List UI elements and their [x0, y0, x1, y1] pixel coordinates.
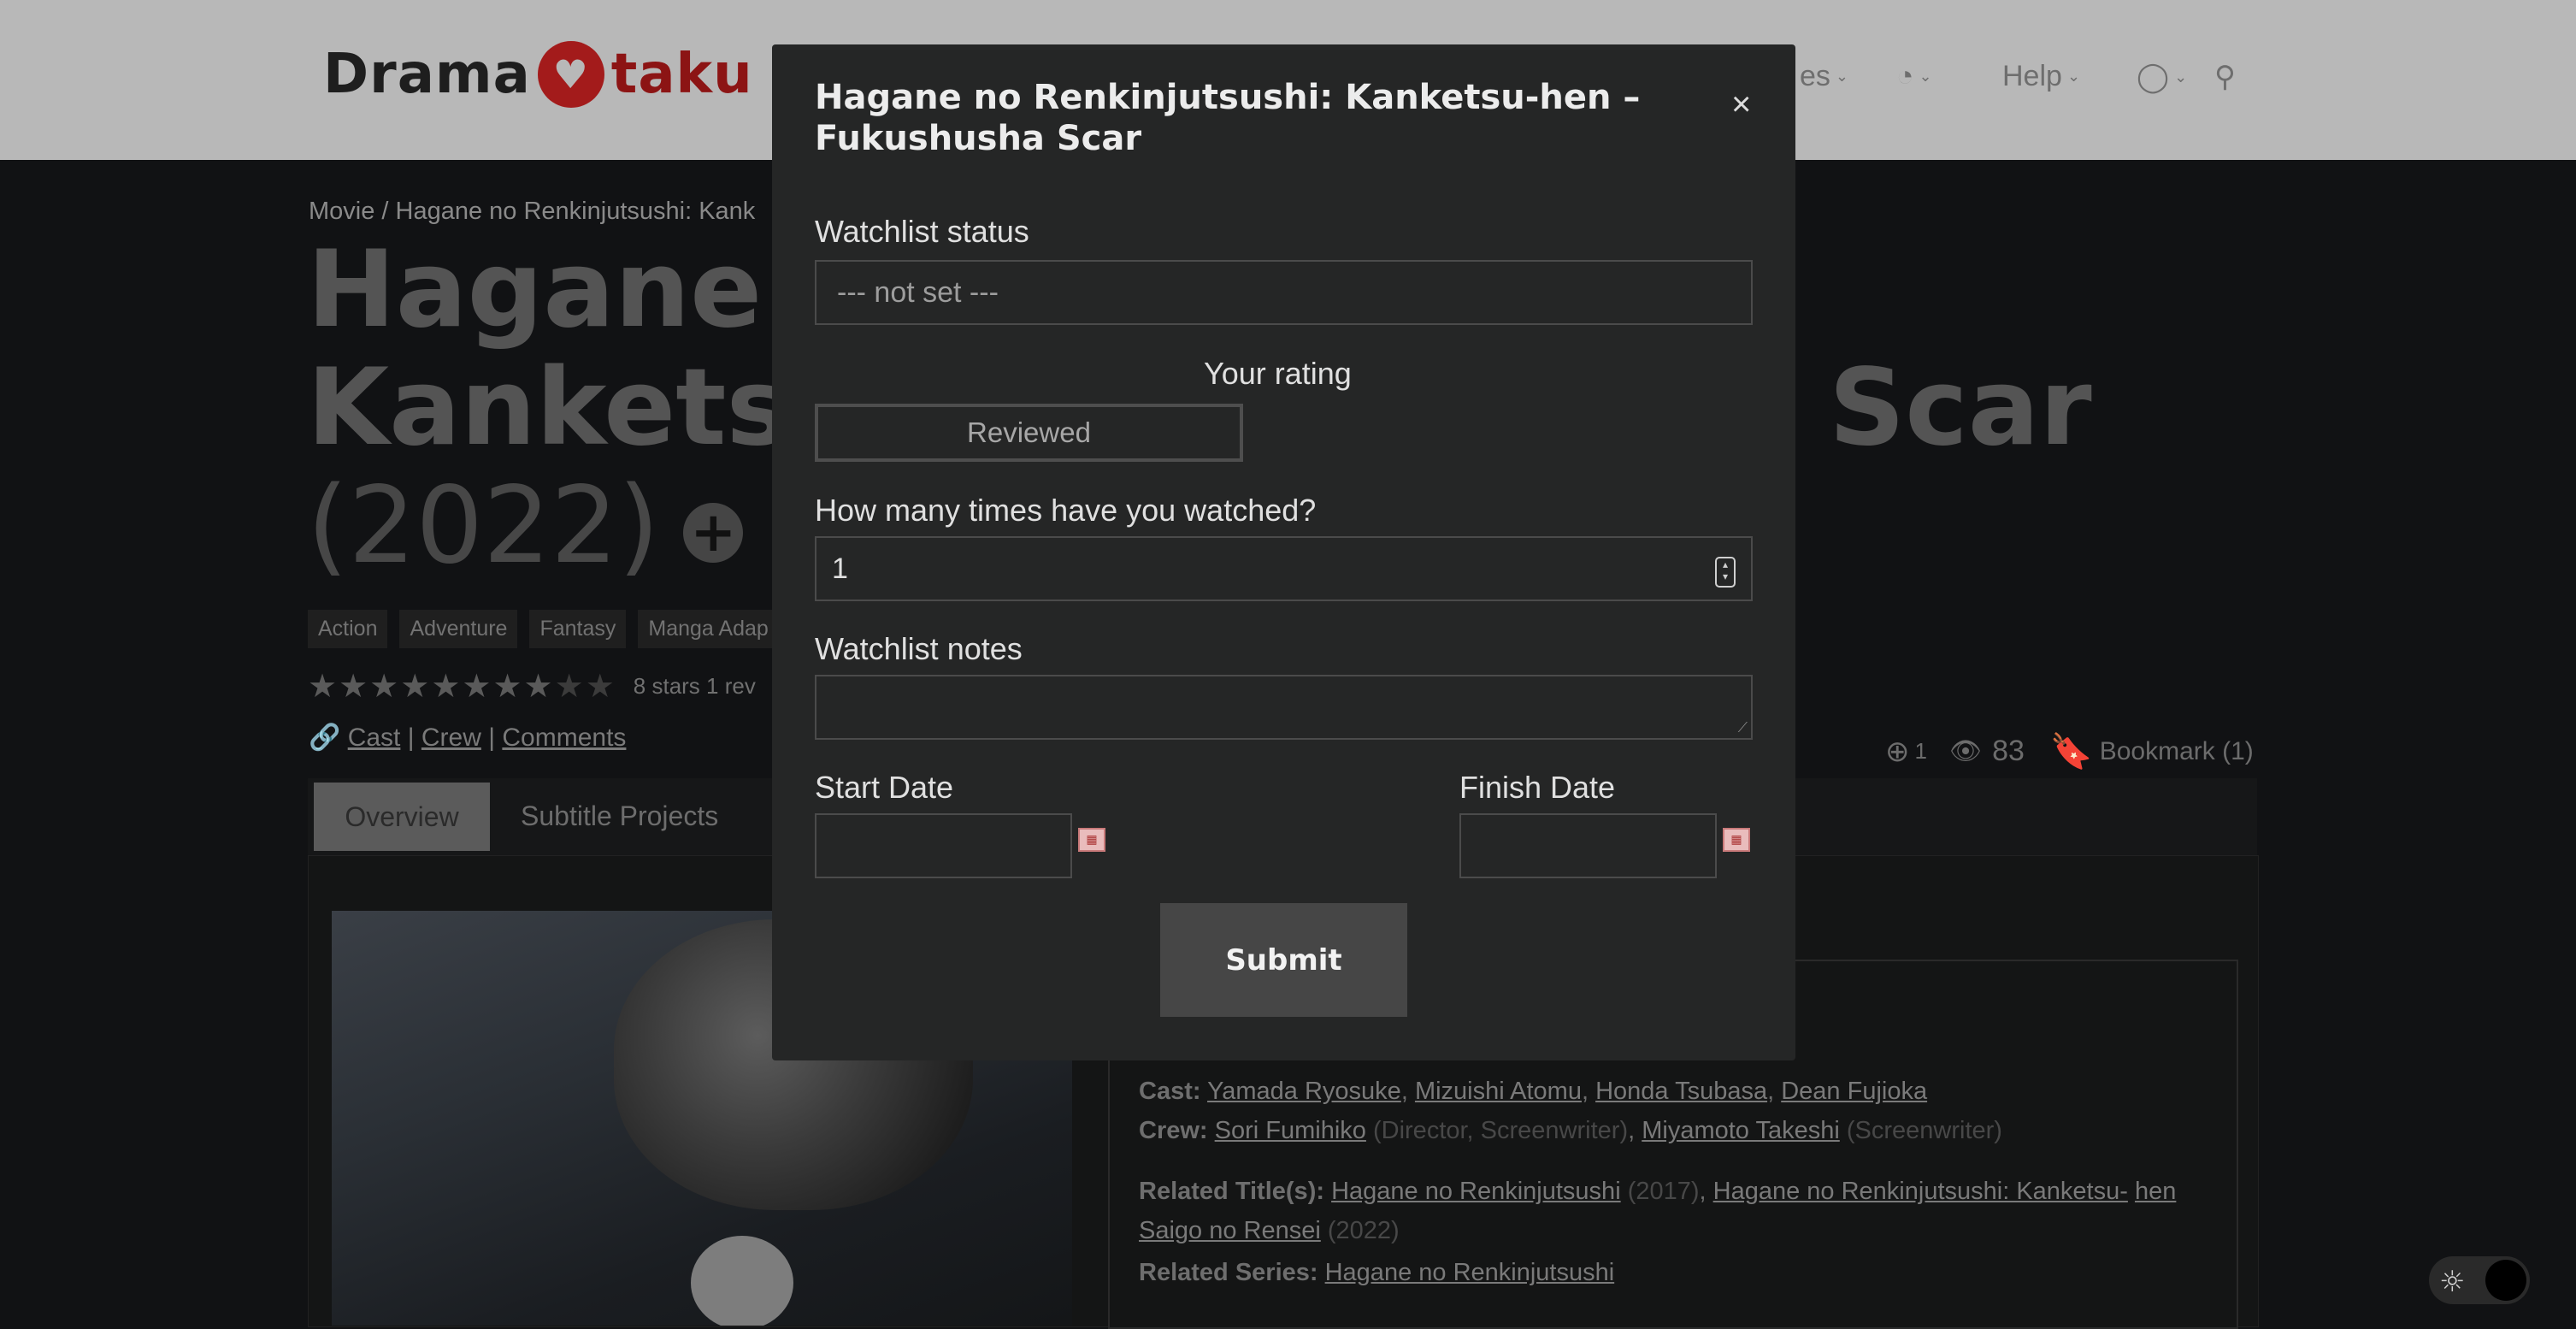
watchlist-status-select[interactable]: --- not set --- — [815, 260, 1753, 325]
calendar-icon[interactable]: ▦ — [1078, 828, 1105, 852]
calendar-icon[interactable]: ▦ — [1723, 828, 1750, 852]
close-icon[interactable]: × — [1731, 86, 1751, 124]
watchlist-modal: Hagane no Renkinjutsushi: Kanketsu-hen –… — [772, 44, 1795, 1060]
stepper-icon[interactable]: ▴ ▾ — [1715, 557, 1736, 588]
modal-title: Hagane no Renkinjutsushi: Kanketsu-hen –… — [815, 78, 1641, 158]
reviewed-button[interactable]: Reviewed — [815, 404, 1243, 462]
resize-handle-icon[interactable]: ⟋ — [1738, 721, 1748, 736]
finish-date-label: Finish Date — [1459, 770, 1616, 805]
submit-button[interactable]: Submit — [1160, 903, 1407, 1017]
watchlist-notes-textarea[interactable]: ⟋ — [815, 675, 1753, 740]
watch-count-input[interactable]: 1 ▴ ▾ — [815, 536, 1753, 601]
your-rating-label: Your rating — [1204, 356, 1352, 391]
start-date-input[interactable] — [815, 813, 1072, 878]
finish-date-input[interactable] — [1459, 813, 1717, 878]
watch-count-label: How many times have you watched? — [815, 493, 1317, 528]
start-date-label: Start Date — [815, 770, 954, 805]
watchlist-notes-label: Watchlist notes — [815, 631, 1023, 666]
watch-count-value: 1 — [832, 552, 848, 585]
watchlist-status-label: Watchlist status — [815, 214, 1029, 249]
